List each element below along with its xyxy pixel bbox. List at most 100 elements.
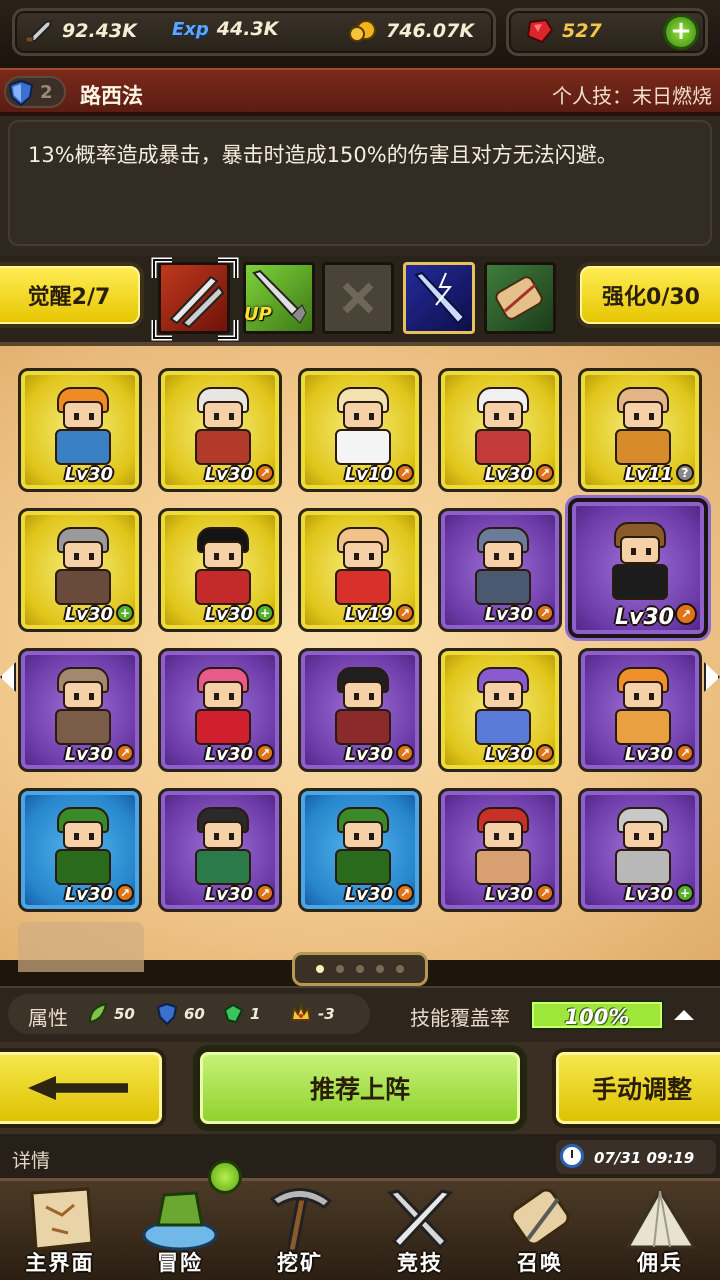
level-up-icon: ↗ — [536, 884, 554, 902]
expand-up-icon[interactable] — [674, 1010, 694, 1020]
hero-portrait-icon — [187, 807, 259, 891]
bottom-nav: 主界面 冒险 挖矿 竞技 召唤 佣兵 — [0, 1178, 720, 1280]
page-indicator[interactable] — [292, 952, 428, 986]
empty-slot-tab[interactable] — [322, 262, 394, 334]
nav-item-summon[interactable]: 召唤 — [480, 1181, 600, 1280]
nav-item-mercenary[interactable]: 佣兵 — [600, 1181, 720, 1280]
resource-bar: 92.43K Exp 44.3K 746.07K 527 + — [0, 0, 720, 66]
hero-card[interactable]: Lv30 ↗ — [438, 648, 562, 772]
level-up-icon: ↗ — [256, 744, 274, 762]
ruby-gem-icon — [526, 18, 554, 44]
hero-card[interactable]: Lv30 + — [18, 508, 142, 632]
nav-label-summon: 召唤 — [517, 1251, 563, 1275]
crown-attribute: -3 — [290, 1002, 335, 1026]
rank-badge: 2 — [4, 76, 66, 108]
details-strip: 详情 07/31 09:19 — [0, 1134, 720, 1178]
empty-roster-slot — [18, 922, 144, 972]
hero-card[interactable]: Lv11? — [578, 368, 702, 492]
hero-portrait-icon — [604, 522, 676, 606]
skill-coverage-label: 技能覆盖率 — [410, 1006, 510, 1030]
awaken-button[interactable]: 觉醒2/7 — [0, 262, 144, 328]
hero-card[interactable]: Lv30 ↗ — [438, 788, 562, 912]
hero-card[interactable]: Lv30 ↗ — [158, 788, 282, 912]
hero-portrait-icon — [467, 387, 539, 471]
gem-value: 527 — [562, 20, 602, 42]
hero-card[interactable]: Lv30 ↗ — [568, 498, 708, 638]
hero-card[interactable]: Lv30 ↗ — [578, 648, 702, 772]
page-dot[interactable] — [376, 965, 384, 973]
hero-portrait-icon — [607, 387, 679, 471]
gem-attr-value: 1 — [250, 1005, 261, 1023]
level-up-icon: ↗ — [396, 884, 414, 902]
hero-card[interactable]: Lv30 ↗ — [298, 788, 422, 912]
back-arrow-icon — [28, 1076, 128, 1100]
nav-item-arena[interactable]: 竞技 — [360, 1181, 480, 1280]
hero-card[interactable]: Lv30 ↗ — [158, 648, 282, 772]
gold-value: 746.07K — [386, 20, 475, 42]
hero-card[interactable]: Lv30 + — [158, 508, 282, 632]
upgrade-tag: UP — [244, 304, 272, 325]
level-up-icon: ↗ — [536, 604, 554, 622]
hero-card[interactable]: Lv30 ↗ — [298, 648, 422, 772]
scroll-bundle-tab[interactable] — [484, 262, 556, 334]
exp-resource: Exp 44.3K — [172, 18, 278, 40]
page-dot[interactable] — [356, 965, 364, 973]
skill-description: 13%概率造成暴击，暴击时造成150%的伤害且对方无法闪避。 — [28, 143, 618, 167]
details-label[interactable]: 详情 — [12, 1146, 50, 1173]
add-gems-button[interactable]: + — [663, 14, 699, 50]
hero-card[interactable]: Lv19 ↗ — [298, 508, 422, 632]
level-up-icon: ↗ — [256, 884, 274, 902]
clock-icon — [560, 1144, 584, 1168]
hero-card[interactable]: Lv30 — [18, 368, 142, 492]
summon-scroll-icon — [510, 1188, 570, 1246]
gold-coin-icon — [349, 20, 376, 42]
close-x-icon — [342, 282, 374, 314]
nature-value: 50 — [114, 1005, 135, 1023]
nav-item-mining[interactable]: 挖矿 — [240, 1181, 360, 1280]
hero-level: Lv30 — [204, 604, 253, 625]
level-up-icon: ↗ — [536, 464, 554, 482]
nav-item-home[interactable]: 主界面 — [0, 1181, 120, 1280]
recommend-lineup-button[interactable]: 推荐上阵 — [196, 1048, 524, 1128]
nav-label-adventure: 冒险 — [157, 1251, 203, 1275]
skill-description-panel: 13%概率造成暴击，暴击时造成150%的伤害且对方无法闪避。 — [0, 116, 720, 256]
hero-card[interactable]: Lv10 ↗ — [298, 368, 422, 492]
clock-display: 07/31 09:19 — [556, 1140, 716, 1174]
hero-level: Lv10 — [344, 464, 393, 485]
add-icon: + — [116, 604, 134, 622]
hero-card[interactable]: Lv30 ↗ — [158, 368, 282, 492]
page-dot[interactable] — [336, 965, 344, 973]
action-bar: 推荐上阵 手动调整 — [0, 1042, 720, 1134]
hero-level: Lv11 — [624, 464, 673, 485]
hero-level: Lv30 — [344, 884, 393, 905]
personal-skill-title: 个人技：末日燃烧 — [552, 84, 712, 108]
nature-attribute: 50 — [86, 1002, 135, 1026]
hero-card[interactable]: Lv30 ↗ — [18, 648, 142, 772]
hero-card[interactable]: Lv30 ↗ — [438, 368, 562, 492]
hero-level: Lv30 — [484, 744, 533, 765]
hero-portrait-icon — [47, 667, 119, 751]
emerald-icon — [223, 1003, 244, 1024]
hero-level: Lv30 — [624, 744, 673, 765]
nav-label-home: 主界面 — [25, 1251, 95, 1275]
hero-card[interactable]: Lv30 + — [578, 788, 702, 912]
hero-portrait-icon — [327, 667, 399, 751]
back-button[interactable] — [0, 1048, 166, 1128]
gem-attribute: 1 — [222, 1002, 260, 1026]
gem-resource: 527 — [524, 18, 602, 44]
hero-portrait-icon — [47, 527, 119, 611]
nav-item-adventure[interactable]: 冒险 — [120, 1181, 240, 1280]
hero-card[interactable]: Lv30 ↗ — [18, 788, 142, 912]
manual-adjust-button[interactable]: 手动调整 — [552, 1048, 720, 1128]
lightning-sword-tab[interactable] — [403, 262, 475, 334]
level-up-icon: ↗ — [396, 744, 414, 762]
enhance-button[interactable]: 强化0/30 — [576, 262, 720, 328]
page-dot[interactable] — [396, 965, 404, 973]
nav-label-mercenary: 佣兵 — [637, 1251, 683, 1275]
hero-card[interactable]: Lv30 ↗ — [438, 508, 562, 632]
hero-level: Lv19 — [344, 604, 393, 625]
hero-portrait-icon — [47, 387, 119, 471]
defense-value: 60 — [184, 1005, 205, 1023]
attack-value: 92.43K — [62, 20, 137, 42]
page-dot[interactable] — [316, 965, 324, 973]
